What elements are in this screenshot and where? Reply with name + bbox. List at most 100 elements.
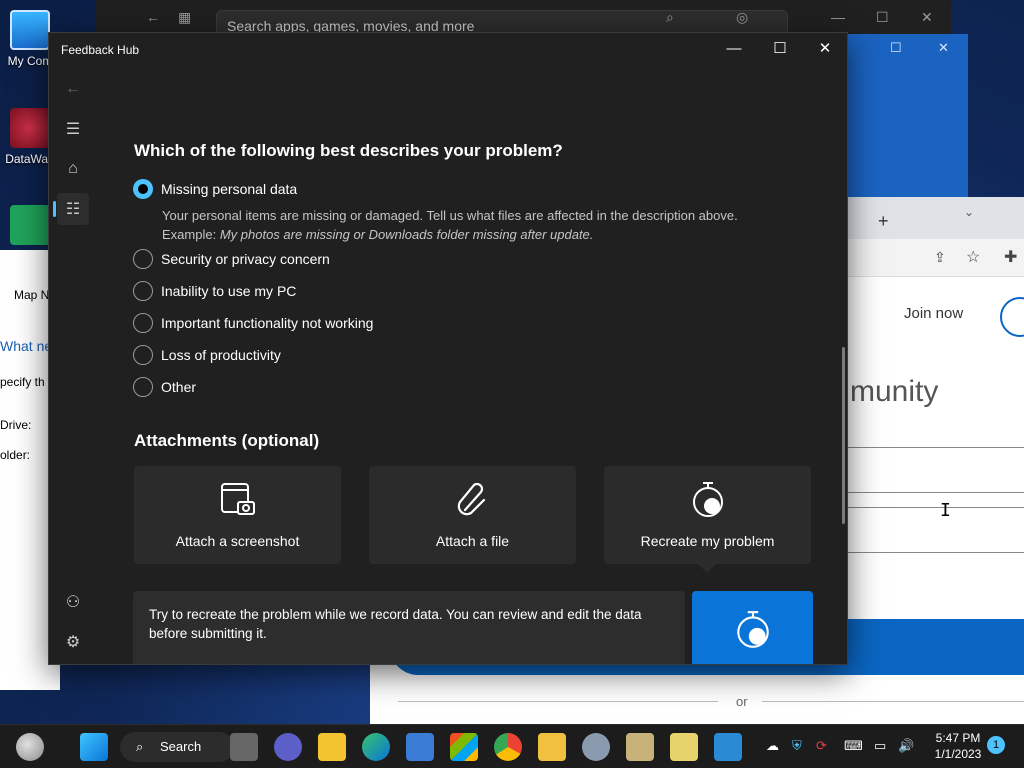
minimize-button[interactable]: — [711,39,757,59]
maximize-icon[interactable]: ☐ [876,9,889,26]
problem-question-heading: Which of the following best describes yo… [134,141,563,160]
chat-icon[interactable] [274,733,302,761]
notification-badge[interactable]: 1 [987,736,1005,754]
search-icon: ⌕ [136,739,144,754]
close-icon[interactable]: ✕ [921,9,933,26]
security-shield-icon[interactable]: ⛨ [792,738,802,754]
feedback-hub-window: Feedback Hub — ☐ ✕ ← ☰ ⌂ ☷ ⚇ ⚙ Which of … [48,32,848,665]
store-icon: ▦ [178,9,192,25]
pinned-app-icon[interactable] [626,733,654,761]
desktop-icon-label: My Com [7,54,53,68]
close-icon[interactable]: ✕ [938,40,949,56]
radio-button[interactable] [133,313,153,333]
home-icon[interactable]: ⌂ [57,153,89,185]
back-arrow-icon[interactable]: ← [57,73,89,105]
radio-option-other[interactable]: Other [133,375,196,399]
clock-time: 5:47 PM [935,731,981,745]
volume-icon[interactable]: 🔊 [898,738,914,754]
radio-button[interactable] [133,377,153,397]
weather-widget-icon[interactable] [16,733,44,761]
stopwatch-icon [737,611,769,648]
chrome-browser-icon[interactable] [494,733,522,761]
sign-in-button[interactable] [1000,297,1024,337]
join-now-link[interactable]: Join now [904,305,963,322]
start-recording-button[interactable] [692,591,813,664]
option-description: Your personal items are missing or damag… [162,208,738,223]
recreate-problem-label: Recreate my problem [640,533,775,549]
hamburger-menu-icon[interactable]: ☰ [57,113,89,145]
attach-screenshot-button[interactable]: Attach a screenshot [134,466,341,564]
stopwatch-icon [604,480,811,520]
option-example: Example: My photos are missing or Downlo… [162,227,593,242]
maximize-icon[interactable]: ☐ [890,40,902,56]
feedback-hub-icon[interactable] [714,733,742,761]
account-icon[interactable]: ◎ [736,9,748,26]
search-icon[interactable]: ⌕ [666,9,674,26]
radio-label: Inability to use my PC [161,283,297,299]
selected-card-pointer [697,563,717,573]
background-window-blue: ☐ ✕ [848,34,968,199]
task-view-icon[interactable] [230,733,258,761]
window-title: Feedback Hub [61,43,140,57]
example-text: My photos are missing or Downloads folde… [219,227,594,242]
radio-label: Other [161,379,197,395]
recreate-info-panel: Try to recreate the problem while we rec… [133,591,685,664]
system-clock[interactable]: 5:47 PM 1/1/2023 [928,730,988,762]
edge-browser-icon[interactable] [362,733,390,761]
radio-label: Missing personal data [161,181,298,197]
browser-toolbar: + ⌄ ⇪ ☆ ✚ [848,197,1024,277]
file-explorer-icon[interactable] [318,733,346,761]
download-folder-icon [10,205,50,245]
or-divider-text: or [736,694,748,709]
radio-label: Important functionality not working [161,315,374,331]
radio-label: Loss of productivity [161,347,281,363]
close-button[interactable]: ✕ [802,39,847,59]
attachments-heading: Attachments (optional) [134,431,320,450]
radio-option-inability-to-use-pc[interactable]: Inability to use my PC [133,279,296,303]
radio-option-security[interactable]: Security or privacy concern [133,247,330,271]
sync-icon[interactable]: ⟳ [816,738,827,754]
form-field[interactable] [848,507,1024,553]
extensions-icon[interactable]: ✚ [1004,247,1017,267]
attach-file-label: Attach a file [435,533,510,549]
new-tab-button[interactable]: + [878,211,889,232]
onedrive-cloud-icon[interactable]: ☁ [766,738,779,754]
radio-button[interactable] [133,281,153,301]
add-user-icon[interactable]: ⚇ [57,586,89,618]
settings-gear-icon[interactable]: ⚙ [57,626,89,658]
radio-button[interactable] [133,179,153,199]
share-icon[interactable]: ⇪ [934,249,946,266]
clock-date: 1/1/2023 [934,747,982,761]
settings-gear-icon[interactable] [582,733,610,761]
radio-button[interactable] [133,345,153,365]
taskbar: ⌕ Search ☁ ⛨ ⟳ ⌨ ▭ 🔊 5:47 PM 1/1/2023 1 [0,724,1024,768]
display-icon[interactable]: ▭ [874,738,886,754]
maximize-button[interactable]: ☐ [757,39,803,59]
taskbar-search-button[interactable]: ⌕ Search [120,732,234,762]
recreate-problem-button[interactable]: Recreate my problem [604,466,811,564]
back-arrow-icon[interactable]: ← [146,9,160,25]
paperclip-icon [369,480,576,520]
keyboard-icon[interactable]: ⌨ [844,738,863,754]
form-field[interactable] [848,447,1024,493]
attach-screenshot-label: Attach a screenshot [175,533,300,549]
taskbar-search-label: Search [160,739,202,754]
attach-file-button[interactable]: Attach a file [369,466,576,564]
datawag-icon [10,108,50,148]
scrollbar-thumb[interactable] [842,347,845,524]
network-folder-icon[interactable] [538,733,566,761]
radio-button[interactable] [133,249,153,269]
start-windows-icon[interactable] [80,733,108,761]
bookmark-star-icon[interactable]: ☆ [966,247,980,267]
store-icon[interactable] [450,733,478,761]
radio-option-productivity[interactable]: Loss of productivity [133,343,281,367]
minimize-icon[interactable]: — [831,9,845,25]
radio-option-functionality[interactable]: Important functionality not working [133,311,373,335]
pinned-app-icon[interactable] [670,733,698,761]
radio-option-missing-personal-data[interactable]: Missing personal data [133,177,297,201]
calculator-icon[interactable] [406,733,434,761]
tab-list-chevron-icon[interactable]: ⌄ [964,205,974,219]
feedback-icon[interactable]: ☷ [53,193,89,225]
monitor-icon [10,10,50,50]
page-heading-fragment: munity [850,375,939,408]
